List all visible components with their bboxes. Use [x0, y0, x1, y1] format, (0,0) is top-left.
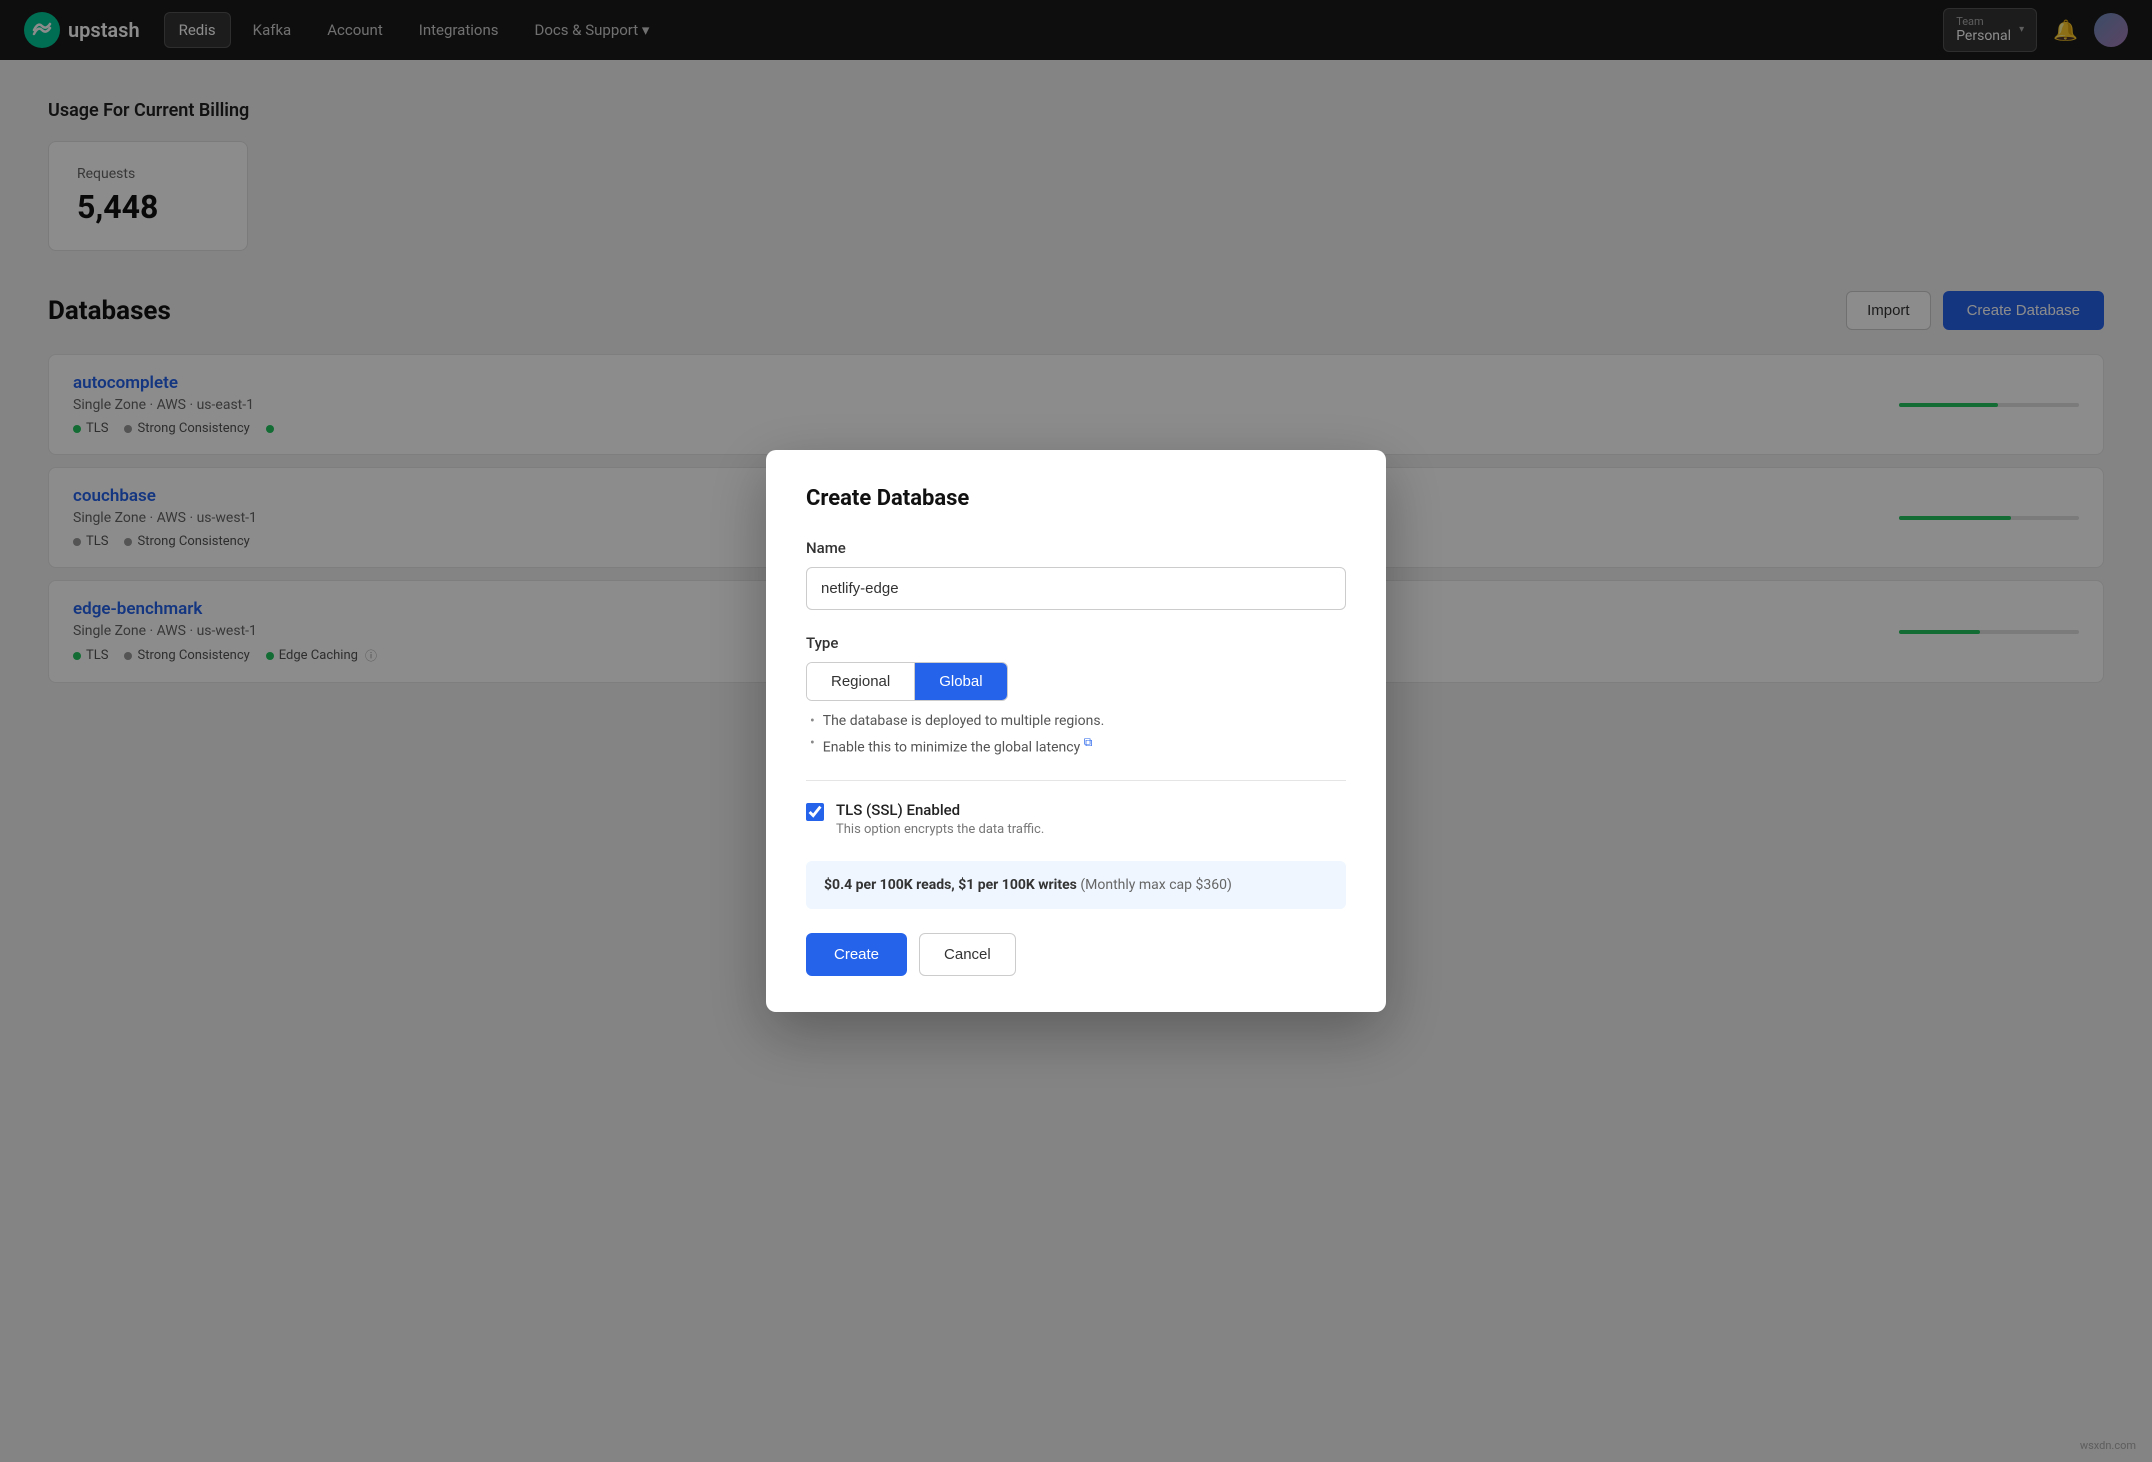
type-regional-button[interactable]: Regional — [807, 663, 915, 700]
pricing-bold: $0.4 per 100K reads, $1 per 100K writes — [824, 877, 1077, 893]
pricing-light: (Monthly max cap $360) — [1080, 877, 1231, 893]
bullet-2: Enable this to minimize the global laten… — [810, 735, 1346, 756]
type-buttons: Regional Global — [806, 662, 1008, 701]
create-database-modal: Create Database Name Type Regional Globa… — [766, 450, 1386, 1012]
type-section: Type Regional Global The database is dep… — [806, 634, 1346, 756]
modal-title: Create Database — [806, 486, 1346, 511]
tls-checkbox[interactable] — [806, 803, 824, 821]
divider — [806, 780, 1346, 781]
tls-section: TLS (SSL) Enabled This option encrypts t… — [806, 801, 1346, 837]
type-description: The database is deployed to multiple reg… — [806, 713, 1346, 756]
pricing-banner: $0.4 per 100K reads, $1 per 100K writes … — [806, 861, 1346, 909]
bullet-1: The database is deployed to multiple reg… — [810, 713, 1346, 729]
name-section: Name — [806, 539, 1346, 610]
modal-actions: Create Cancel — [806, 933, 1346, 976]
name-label: Name — [806, 539, 1346, 557]
tls-label: TLS (SSL) Enabled — [836, 801, 1044, 819]
external-link-icon[interactable]: ⧉ — [1084, 735, 1093, 749]
type-label: Type — [806, 634, 1346, 652]
create-button[interactable]: Create — [806, 933, 907, 976]
modal-overlay[interactable]: Create Database Name Type Regional Globa… — [0, 0, 2152, 1462]
cancel-button[interactable]: Cancel — [919, 933, 1016, 976]
tls-description: This option encrypts the data traffic. — [836, 822, 1044, 837]
type-global-button[interactable]: Global — [915, 663, 1006, 700]
name-input[interactable] — [806, 567, 1346, 610]
